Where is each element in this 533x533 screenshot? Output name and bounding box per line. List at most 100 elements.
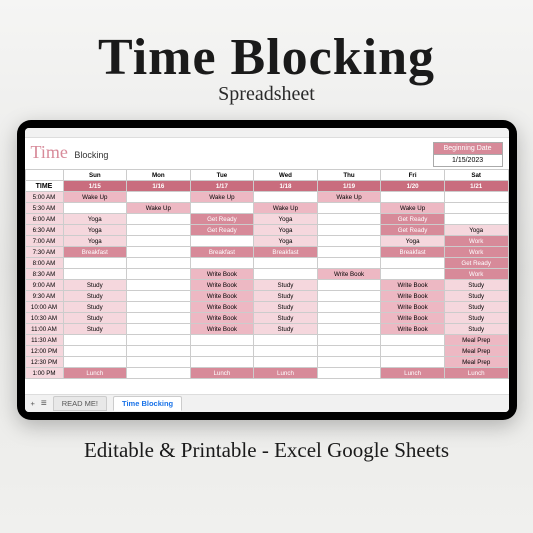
tab-readme[interactable]: READ ME!	[53, 396, 107, 411]
time-cell[interactable]: 7:30 AM	[25, 247, 63, 258]
schedule-cell[interactable]	[381, 258, 445, 269]
schedule-cell[interactable]	[254, 192, 318, 203]
schedule-cell[interactable]	[127, 346, 191, 357]
schedule-cell[interactable]	[254, 346, 318, 357]
add-sheet-button[interactable]: +	[31, 399, 35, 408]
schedule-cell[interactable]: Get Ready	[190, 214, 254, 225]
beginning-date-value[interactable]: 1/15/2023	[433, 155, 503, 167]
schedule-cell[interactable]: Wake Up	[317, 192, 381, 203]
schedule-cell[interactable]	[127, 225, 191, 236]
schedule-cell[interactable]: Write Book	[381, 302, 445, 313]
schedule-cell[interactable]: Study	[254, 313, 318, 324]
schedule-cell[interactable]: Breakfast	[381, 247, 445, 258]
schedule-cell[interactable]	[127, 280, 191, 291]
schedule-cell[interactable]	[254, 357, 318, 368]
schedule-cell[interactable]: Yoga	[254, 225, 318, 236]
schedule-cell[interactable]	[381, 346, 445, 357]
schedule-cell[interactable]	[127, 214, 191, 225]
schedule-cell[interactable]	[63, 203, 127, 214]
schedule-cell[interactable]	[127, 313, 191, 324]
schedule-cell[interactable]	[381, 269, 445, 280]
schedule-cell[interactable]	[444, 214, 508, 225]
schedule-cell[interactable]: Lunch	[254, 368, 318, 379]
time-cell[interactable]: 8:30 AM	[25, 269, 63, 280]
time-cell[interactable]: 1:00 PM	[25, 368, 63, 379]
time-cell[interactable]: 9:00 AM	[25, 280, 63, 291]
schedule-cell[interactable]	[254, 335, 318, 346]
time-cell[interactable]: 12:00 PM	[25, 346, 63, 357]
schedule-cell[interactable]: Write Book	[317, 269, 381, 280]
schedule-cell[interactable]	[317, 225, 381, 236]
schedule-cell[interactable]	[63, 357, 127, 368]
schedule-cell[interactable]	[190, 258, 254, 269]
schedule-cell[interactable]	[444, 192, 508, 203]
schedule-cell[interactable]: Study	[63, 280, 127, 291]
schedule-cell[interactable]	[127, 368, 191, 379]
schedule-cell[interactable]: Wake Up	[254, 203, 318, 214]
schedule-cell[interactable]	[190, 203, 254, 214]
time-cell[interactable]: 11:30 AM	[25, 335, 63, 346]
schedule-cell[interactable]: Study	[63, 302, 127, 313]
schedule-cell[interactable]	[254, 269, 318, 280]
schedule-cell[interactable]: Write Book	[190, 269, 254, 280]
schedule-cell[interactable]	[63, 258, 127, 269]
schedule-cell[interactable]	[127, 357, 191, 368]
schedule-cell[interactable]	[381, 357, 445, 368]
schedule-cell[interactable]	[317, 335, 381, 346]
schedule-cell[interactable]	[317, 236, 381, 247]
schedule-cell[interactable]: Yoga	[381, 236, 445, 247]
schedule-cell[interactable]: Work	[444, 236, 508, 247]
tab-time-blocking[interactable]: Time Blocking	[113, 396, 182, 411]
schedule-cell[interactable]: Write Book	[381, 280, 445, 291]
schedule-cell[interactable]: Write Book	[190, 324, 254, 335]
schedule-cell[interactable]	[63, 269, 127, 280]
schedule-cell[interactable]: Yoga	[254, 214, 318, 225]
schedule-table[interactable]: Sun Mon Tue Wed Thu Fri Sat TIME 1/15 1/…	[25, 169, 509, 379]
schedule-cell[interactable]: Meal Prep	[444, 335, 508, 346]
schedule-cell[interactable]	[127, 302, 191, 313]
schedule-cell[interactable]: Get Ready	[190, 225, 254, 236]
schedule-cell[interactable]	[317, 346, 381, 357]
schedule-cell[interactable]: Wake Up	[381, 203, 445, 214]
schedule-cell[interactable]	[127, 335, 191, 346]
schedule-cell[interactable]	[190, 236, 254, 247]
schedule-cell[interactable]	[317, 203, 381, 214]
schedule-cell[interactable]	[63, 346, 127, 357]
time-cell[interactable]: 7:00 AM	[25, 236, 63, 247]
schedule-cell[interactable]: Meal Prep	[444, 357, 508, 368]
schedule-cell[interactable]: Write Book	[190, 280, 254, 291]
schedule-cell[interactable]	[381, 192, 445, 203]
time-cell[interactable]: 11:00 AM	[25, 324, 63, 335]
schedule-cell[interactable]	[317, 324, 381, 335]
schedule-cell[interactable]: Study	[444, 280, 508, 291]
time-cell[interactable]: 9:30 AM	[25, 291, 63, 302]
schedule-cell[interactable]: Study	[254, 302, 318, 313]
schedule-cell[interactable]: Study	[254, 291, 318, 302]
schedule-cell[interactable]	[317, 247, 381, 258]
schedule-cell[interactable]	[63, 335, 127, 346]
schedule-cell[interactable]	[317, 291, 381, 302]
schedule-cell[interactable]: Study	[63, 313, 127, 324]
schedule-cell[interactable]	[127, 291, 191, 302]
schedule-cell[interactable]: Get Ready	[444, 258, 508, 269]
schedule-cell[interactable]: Study	[63, 291, 127, 302]
schedule-cell[interactable]: Get Ready	[381, 225, 445, 236]
schedule-cell[interactable]: Write Book	[190, 302, 254, 313]
schedule-cell[interactable]	[317, 357, 381, 368]
schedule-cell[interactable]: Yoga	[63, 236, 127, 247]
schedule-cell[interactable]: Write Book	[381, 313, 445, 324]
schedule-cell[interactable]: Breakfast	[190, 247, 254, 258]
schedule-cell[interactable]	[190, 346, 254, 357]
schedule-cell[interactable]: Meal Prep	[444, 346, 508, 357]
schedule-cell[interactable]: Get Ready	[381, 214, 445, 225]
schedule-cell[interactable]: Wake Up	[63, 192, 127, 203]
schedule-cell[interactable]: Write Book	[190, 313, 254, 324]
schedule-cell[interactable]	[381, 335, 445, 346]
schedule-cell[interactable]	[317, 368, 381, 379]
schedule-cell[interactable]: Lunch	[190, 368, 254, 379]
schedule-cell[interactable]: Wake Up	[127, 203, 191, 214]
time-cell[interactable]: 6:30 AM	[25, 225, 63, 236]
schedule-cell[interactable]: Breakfast	[254, 247, 318, 258]
schedule-cell[interactable]: Yoga	[254, 236, 318, 247]
time-cell[interactable]: 5:00 AM	[25, 192, 63, 203]
